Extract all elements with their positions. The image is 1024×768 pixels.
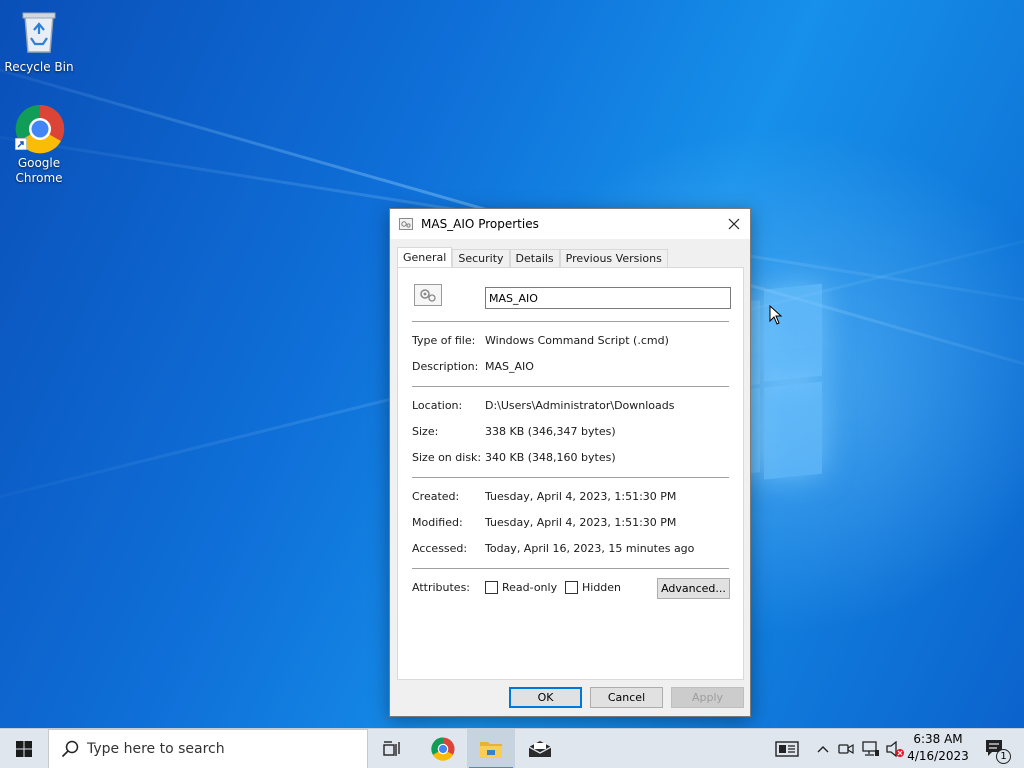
mail-icon	[528, 741, 552, 757]
taskbar: Type here to search 6:38 AM 4/16/2023 1	[0, 728, 1024, 768]
script-file-icon	[399, 218, 413, 230]
file-type-icon	[414, 284, 442, 306]
chrome-icon	[15, 104, 65, 154]
volume-button[interactable]	[884, 729, 906, 768]
desktop-icon-google-chrome[interactable]: Google Chrome	[1, 104, 77, 186]
task-view-icon	[383, 741, 400, 756]
folder-icon	[480, 742, 502, 758]
size-on-disk-value: 340 KB (348,160 bytes)	[485, 451, 616, 464]
show-hidden-icons-button[interactable]	[813, 729, 833, 768]
created-value: Tuesday, April 4, 2023, 1:51:30 PM	[485, 490, 677, 503]
created-label: Created:	[412, 490, 460, 503]
news-icon	[775, 741, 799, 757]
size-value: 338 KB (346,347 bytes)	[485, 425, 616, 438]
type-label: Type of file:	[412, 334, 476, 347]
recycle-bin-icon	[15, 8, 63, 56]
network-icon	[862, 741, 879, 756]
modified-value: Tuesday, April 4, 2023, 1:51:30 PM	[485, 516, 677, 529]
ok-button[interactable]: OK	[509, 687, 582, 708]
camera-icon	[838, 743, 854, 755]
clock-date: 4/16/2023	[907, 749, 969, 763]
taskbar-chrome-button[interactable]	[419, 729, 467, 768]
accessed-label: Accessed:	[412, 542, 468, 555]
separator	[412, 386, 729, 387]
hidden-checkbox-box[interactable]	[565, 581, 578, 594]
meet-now-button[interactable]	[836, 729, 856, 768]
desktop-icon-label: Recycle Bin	[4, 60, 74, 74]
properties-dialog: MAS_AIO Properties General Security Deta…	[389, 208, 751, 717]
description-label: Description:	[412, 360, 479, 373]
tab-security[interactable]: Security	[452, 249, 510, 268]
desktop-icon-recycle-bin[interactable]: Recycle Bin	[1, 8, 77, 75]
tab-details[interactable]: Details	[509, 249, 560, 268]
tab-strip: General Security Details Previous Versio…	[397, 247, 668, 268]
mouse-cursor-icon	[769, 305, 783, 325]
location-label: Location:	[412, 399, 463, 412]
size-on-disk-label: Size on disk:	[412, 451, 482, 464]
accessed-value: Today, April 16, 2023, 15 minutes ago	[485, 542, 695, 555]
volume-muted-icon	[886, 741, 904, 757]
separator	[412, 477, 729, 478]
desktop-icon-label: Google Chrome	[15, 156, 63, 185]
windows-logo-icon	[16, 741, 32, 757]
separator	[412, 321, 729, 322]
close-button[interactable]	[718, 209, 750, 239]
close-icon	[728, 218, 740, 230]
clock-time: 6:38 AM	[913, 732, 963, 746]
separator	[412, 568, 729, 569]
taskbar-file-explorer-button[interactable]	[467, 729, 515, 768]
tab-previous-versions[interactable]: Previous Versions	[559, 249, 668, 268]
apply-button[interactable]: Apply	[671, 687, 744, 708]
action-center-button[interactable]: 1	[976, 729, 1016, 768]
taskbar-mail-button[interactable]	[516, 729, 564, 768]
tab-general[interactable]: General	[397, 247, 453, 268]
attributes-label: Attributes:	[412, 581, 471, 594]
general-tab-panel: Type of file: Windows Command Script (.c…	[397, 267, 744, 680]
network-button[interactable]	[860, 729, 882, 768]
search-placeholder: Type here to search	[87, 741, 225, 757]
task-view-button[interactable]	[368, 729, 416, 768]
modified-label: Modified:	[412, 516, 463, 529]
file-name-input[interactable]	[485, 287, 731, 309]
type-value: Windows Command Script (.cmd)	[485, 334, 669, 347]
news-widget-button[interactable]	[772, 729, 802, 768]
dialog-title: MAS_AIO Properties	[421, 217, 539, 231]
taskbar-search-box[interactable]: Type here to search	[48, 729, 368, 768]
notification-count-badge: 1	[996, 749, 1011, 764]
chevron-up-icon	[817, 746, 829, 753]
start-button[interactable]	[0, 729, 48, 768]
readonly-checkbox[interactable]: Read-only	[485, 581, 557, 594]
hidden-checkbox[interactable]: Hidden	[565, 581, 621, 594]
advanced-button[interactable]: Advanced...	[657, 578, 730, 599]
readonly-checkbox-box[interactable]	[485, 581, 498, 594]
shortcut-arrow-icon	[15, 138, 27, 150]
description-value: MAS_AIO	[485, 360, 534, 373]
cancel-button[interactable]: Cancel	[590, 687, 663, 708]
search-icon	[61, 740, 79, 758]
dialog-titlebar[interactable]: MAS_AIO Properties	[390, 209, 750, 239]
location-value: D:\Users\Administrator\Downloads	[485, 399, 675, 412]
readonly-label: Read-only	[502, 581, 558, 594]
system-clock[interactable]: 6:38 AM 4/16/2023	[906, 731, 970, 767]
size-label: Size:	[412, 425, 439, 438]
chrome-icon	[431, 737, 455, 761]
hidden-label: Hidden	[582, 581, 622, 594]
